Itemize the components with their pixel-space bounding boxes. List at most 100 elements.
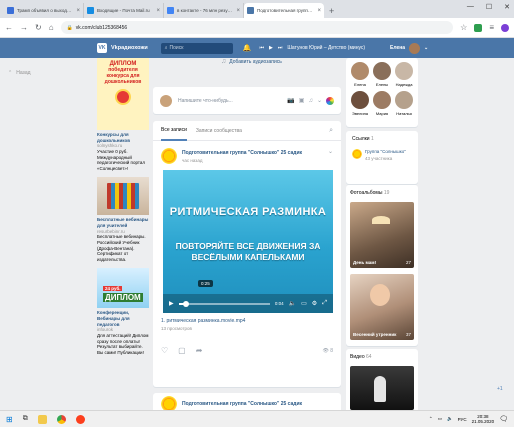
add-audio-link[interactable]: ♫ Добавить аудиозапись (221, 58, 282, 65)
windows-start-icon[interactable]: ⊞ (6, 415, 13, 424)
play-icon[interactable]: ▶ (269, 45, 273, 51)
reload-icon[interactable]: ↻ (35, 23, 42, 32)
close-tab-icon[interactable]: × (156, 8, 160, 14)
network-icon[interactable]: ▭ (438, 416, 442, 422)
video-name-link[interactable]: 1. ритмическая разминка.movie.mp4 (161, 318, 333, 324)
url-field[interactable]: 🔒 vk.com/club125368456 (60, 21, 454, 34)
notifications-bell-icon[interactable]: 🔔 (243, 44, 252, 52)
color-wheel-icon[interactable] (326, 96, 334, 105)
albums-count: 19 (383, 190, 390, 196)
vk-search-input[interactable]: ⌕ Поиск (160, 42, 233, 54)
profile-icon[interactable] (501, 23, 509, 32)
albums-heading[interactable]: Фотоальбомы 19 (350, 190, 414, 196)
videos-heading[interactable]: Видео 64 (350, 354, 414, 360)
friend-item[interactable]: Мария (371, 91, 393, 116)
ad-title[interactable]: Конкурсы для дошкольников (97, 132, 149, 143)
player-track-title[interactable]: Шатунов Юрий – Детство (минус) (287, 45, 365, 51)
more-icon[interactable]: ⌄ (317, 97, 322, 104)
browser-tab-2[interactable]: Входящие - Почта Mail.ru × (84, 3, 164, 18)
prev-track-icon[interactable]: ⏮ (259, 45, 264, 51)
share-icon[interactable]: ➦ (196, 346, 203, 355)
links-count: 1 (371, 136, 374, 142)
search-icon[interactable]: ⌕ (329, 127, 333, 135)
lock-icon: 🔒 (66, 24, 73, 31)
forward-icon[interactable]: → (20, 23, 28, 32)
back-icon[interactable]: ← (5, 23, 13, 32)
friend-avatar (395, 91, 413, 109)
link-item[interactable]: Группа "Солнышко" 43 участника (352, 149, 412, 161)
friend-item[interactable]: Елены (371, 62, 393, 87)
tray-chevron-icon[interactable]: ⌃ (429, 416, 433, 422)
ad-banner-image[interactable] (97, 177, 149, 216)
post-author[interactable]: Подготовительная группа "Солнышко" 25 са… (182, 150, 302, 156)
yandex-browser-icon[interactable] (75, 414, 85, 424)
video-icon[interactable]: ▣ (299, 97, 305, 104)
video-thumb[interactable] (350, 366, 414, 410)
add-audio-label: Добавить аудиозапись (229, 58, 282, 65)
friend-item[interactable]: Елена (349, 62, 371, 87)
home-icon[interactable]: ⌂ (49, 23, 54, 32)
friend-item[interactable]: Наталья (393, 91, 415, 116)
play-icon[interactable]: ▶ (169, 300, 174, 307)
bookmark-star-icon[interactable]: ☆ (460, 23, 467, 32)
like-heart-icon[interactable]: ♡ (161, 346, 168, 355)
scroll-to-top-button[interactable]: +1 (497, 386, 503, 392)
links-heading-label: Ссылки (352, 136, 370, 142)
comment-icon[interactable]: ▢ (178, 346, 186, 355)
browser-tab-1[interactable]: Трамп объявил о выходе США × (4, 3, 84, 18)
vk-logo[interactable]: VK (97, 43, 107, 53)
volume-icon[interactable]: 🔈 (289, 300, 296, 307)
album-thumb[interactable]: Весенний утренник 37 (350, 274, 414, 340)
views-count-value: 8 (330, 347, 333, 354)
clock[interactable]: 20:38 21.05.2020 (472, 414, 495, 425)
close-tab-icon[interactable]: × (76, 8, 80, 14)
vk-site-name[interactable]: Vkрадиохожи (111, 45, 148, 51)
ad-item[interactable]: ДИПЛОМ победителя конкурса для дошкольни… (97, 58, 149, 171)
next-track-icon[interactable]: ⏭ (278, 45, 283, 51)
tab-all-posts[interactable]: Все записи (161, 121, 187, 141)
chrome-icon[interactable] (56, 414, 66, 424)
close-tab-icon[interactable]: × (236, 8, 240, 14)
camera-icon[interactable]: 📷 (287, 97, 294, 104)
left-menu-back[interactable]: ⌃ Назад (8, 70, 31, 76)
video-progress-knob[interactable] (182, 300, 189, 307)
browser-tab-3[interactable]: в контакте - 76 млн результатов × (164, 3, 244, 18)
minimize-icon[interactable]: — (467, 3, 474, 11)
video-progress-bar[interactable] (178, 300, 270, 307)
close-tab-icon[interactable]: × (317, 8, 321, 14)
tab-community-posts[interactable]: Записи сообщества (196, 121, 242, 141)
miniplayer-icon[interactable]: ▭ (301, 300, 307, 307)
extension-icon[interactable] (474, 23, 483, 32)
file-explorer-icon[interactable] (37, 414, 47, 424)
ad-banner-image[interactable]: ДИПЛОМ победителя конкурса для дошкольни… (97, 58, 149, 130)
fullscreen-icon[interactable]: ⤢ (322, 300, 327, 307)
chevron-down-icon[interactable]: ⌄ (328, 148, 333, 155)
user-menu[interactable]: Елена ⌄ (390, 42, 428, 54)
reading-list-icon[interactable]: ≡ (489, 23, 494, 32)
ad-banner-image[interactable]: 24 руб. ДИПЛОМ (97, 268, 149, 309)
album-thumb[interactable]: День мам! 27 (350, 202, 414, 268)
post-time[interactable]: час назад (182, 158, 302, 163)
browser-tab-4-active[interactable]: Подготовительная группа "Сол × (244, 3, 324, 18)
link-name[interactable]: Группа "Солнышко" (365, 149, 406, 154)
volume-icon[interactable]: 🔈 (447, 416, 453, 422)
friend-item[interactable]: Эвелина (349, 91, 371, 116)
ad-item[interactable]: Бесплатные вебинары для учителей resurbe… (97, 177, 149, 262)
composer-input[interactable]: Напишите что-нибудь... (178, 98, 281, 104)
maximize-icon[interactable]: ☐ (486, 3, 492, 11)
task-view-icon[interactable]: ⧉ (23, 415, 28, 423)
links-heading[interactable]: Ссылки 1 (352, 136, 412, 142)
post-author[interactable]: Подготовительная группа "Солнышко" 25 са… (182, 401, 302, 407)
notifications-icon[interactable]: 🗨 (499, 415, 508, 423)
close-window-icon[interactable]: ✕ (504, 3, 510, 11)
settings-gear-icon[interactable]: ⚙ (312, 300, 317, 307)
video-player[interactable]: РИТМИЧЕСКАЯ РАЗМИНКА ПОВТОРЯЙТЕ ВСЕ ДВИЖ… (163, 170, 333, 313)
keyboard-language[interactable]: РУС (458, 417, 467, 422)
music-icon[interactable]: ♫ (308, 98, 313, 104)
ad-title[interactable]: Бесплатные вебинары для учителей (97, 217, 149, 228)
group-avatar[interactable] (161, 148, 177, 164)
ad-item[interactable]: 24 руб. ДИПЛОМ Конференции, Вебинары для… (97, 268, 149, 355)
new-tab-button[interactable]: + (329, 6, 334, 16)
friend-item[interactable]: Надежда (393, 62, 415, 87)
ad-title[interactable]: Конференции, Вебинары для педагогов (97, 310, 149, 327)
